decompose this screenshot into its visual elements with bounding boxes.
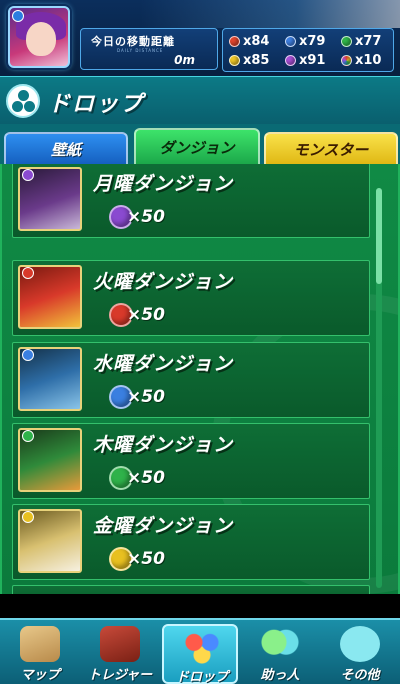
light-attribute-icon: [22, 511, 34, 523]
list-item[interactable]: 金曜ダンジョン ×50: [12, 504, 370, 580]
dungeon-name: 金曜ダンジョン: [93, 515, 234, 537]
water-orb-icon: [285, 36, 296, 47]
bottom-nav: マップ トレジャー ドロップ 助っ人 その他: [0, 618, 400, 684]
nav-treasure[interactable]: トレジャー: [82, 624, 158, 684]
stock-water-value: x79: [299, 34, 326, 49]
list-item[interactable]: 水曜ダンジョン ×50: [12, 342, 370, 418]
stock-light-value: x85: [243, 53, 270, 68]
reward-count: ×50: [127, 387, 165, 407]
nav-helper[interactable]: 助っ人: [242, 624, 318, 684]
reward: ×50: [109, 466, 165, 490]
reward: ×50: [109, 385, 165, 409]
treasure-chest-icon: [100, 626, 140, 662]
distance-value: 0m: [174, 53, 195, 67]
avatar-face: [26, 22, 56, 56]
reward: ×50: [109, 547, 165, 571]
nav-drop[interactable]: ドロップ: [162, 624, 238, 684]
rainbow-orb-icon: [341, 55, 352, 66]
avatar-attribute-icon: [12, 10, 24, 22]
monster-thumbnail: [18, 428, 82, 492]
wood-orb-icon: [341, 36, 352, 47]
page-title-bar: ドロップ: [0, 76, 400, 124]
dungeon-name: 火曜ダンジョン: [93, 271, 234, 293]
stock-rainbow: x10: [341, 53, 381, 68]
list-item[interactable]: 火曜ダンジョン ×50: [12, 260, 370, 336]
question-icon: [340, 626, 380, 662]
monster-thumbnail: [18, 509, 82, 573]
tab-bar: 壁紙 ダンジョン モンスター: [0, 124, 400, 164]
nav-label: マップ: [20, 668, 60, 683]
stock-dark-value: x91: [299, 53, 326, 68]
stock-fire-value: x84: [243, 34, 270, 49]
daily-distance-panel: 今日の移動距離 DAILY DISTANCE 0m: [80, 28, 218, 70]
nav-other[interactable]: その他: [322, 624, 398, 684]
helper-icon: [260, 626, 300, 662]
stock-rainbow-value: x10: [355, 53, 382, 68]
orb-stock-panel: x84 x79 x77 x85 x91 x10: [222, 28, 394, 72]
nav-label: 助っ人: [260, 668, 300, 683]
dungeon-list[interactable]: 月曜ダンジョン ×50 火曜ダンジョン ×50 水曜ダンジョン ×50 木曜ダン…: [0, 164, 400, 594]
water-attribute-icon: [22, 349, 34, 361]
nav-label: その他: [340, 668, 380, 683]
wood-attribute-icon: [22, 430, 34, 442]
header-light-streak: [140, 0, 400, 28]
list-item[interactable]: 木曜ダンジョン ×50: [12, 423, 370, 499]
nav-label: トレジャー: [87, 668, 153, 683]
reward-count: ×50: [127, 207, 165, 227]
reward-count: ×50: [127, 549, 165, 569]
drop-orbs-icon: [182, 628, 222, 664]
list-item[interactable]: 月曜ダンジョン ×50: [12, 164, 370, 238]
reward-count: ×50: [127, 305, 165, 325]
dungeon-name: 月曜ダンジョン: [93, 173, 234, 195]
stock-wood-value: x77: [355, 34, 382, 49]
stock-light: x85: [229, 53, 269, 68]
tab-monster[interactable]: モンスター: [264, 132, 398, 164]
scrollbar-thumb[interactable]: [376, 188, 382, 284]
tab-dungeon[interactable]: ダンジョン: [134, 128, 260, 164]
light-orb-icon: [229, 55, 240, 66]
distance-sublabel: DAILY DISTANCE: [117, 48, 164, 53]
divider: [0, 594, 400, 618]
dungeon-name: 水曜ダンジョン: [93, 353, 234, 375]
stock-water: x79: [285, 34, 325, 49]
avatar[interactable]: [8, 6, 70, 68]
reward: ×50: [109, 303, 165, 327]
stock-fire: x84: [229, 34, 269, 49]
monster-thumbnail: [18, 347, 82, 411]
distance-label: 今日の移動距離: [91, 35, 175, 48]
list-item[interactable]: [12, 585, 370, 594]
dungeon-name: 木曜ダンジョン: [93, 434, 234, 456]
stock-dark: x91: [285, 53, 325, 68]
stock-wood: x77: [341, 34, 381, 49]
map-icon: [20, 626, 60, 662]
tab-wallpaper[interactable]: 壁紙: [4, 132, 128, 164]
monster-thumbnail: [18, 167, 82, 231]
nav-map[interactable]: マップ: [2, 624, 78, 684]
drop-orbs-icon: [6, 84, 40, 118]
reward-count: ×50: [127, 468, 165, 488]
fire-attribute-icon: [22, 267, 34, 279]
fire-orb-icon: [229, 36, 240, 47]
nav-label: ドロップ: [175, 670, 228, 684]
header: 今日の移動距離 DAILY DISTANCE 0m x84 x79 x77 x8…: [0, 0, 400, 76]
page-title: ドロップ: [48, 92, 145, 117]
dark-orb-icon: [285, 55, 296, 66]
monster-thumbnail: [18, 265, 82, 329]
reward: ×50: [109, 205, 165, 229]
dark-attribute-icon: [22, 169, 34, 181]
